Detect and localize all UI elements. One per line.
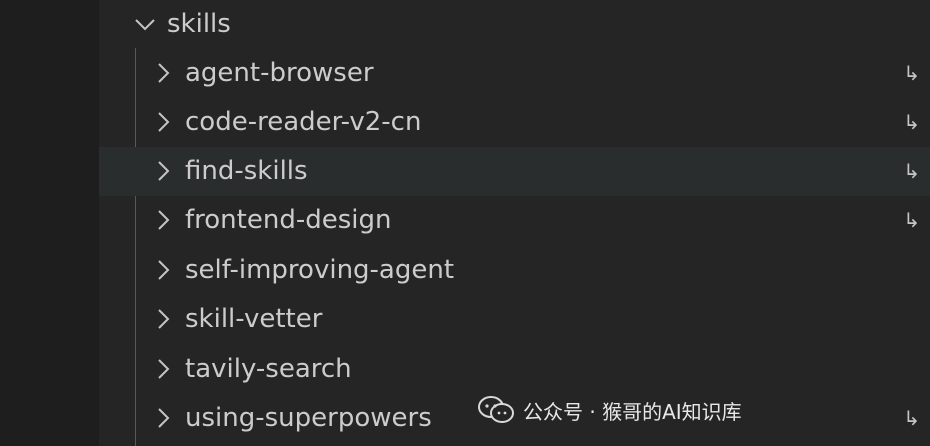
tree-item-label: find-skills — [185, 156, 308, 186]
chevron-right-icon[interactable] — [151, 208, 175, 232]
tree-item-frontend-design[interactable]: frontend-design ↳ — [99, 196, 930, 245]
chevron-right-icon[interactable] — [151, 357, 175, 381]
tree-item-agent-browser[interactable]: agent-browser ↳ — [99, 49, 930, 98]
tree-item-label: code-reader-v2-cn — [185, 107, 422, 137]
folder-row-skills[interactable]: skills — [99, 0, 930, 49]
symlink-icon: ↳ — [903, 110, 920, 134]
chevron-right-icon[interactable] — [151, 110, 175, 134]
symlink-icon: ↳ — [903, 61, 920, 85]
symlink-icon: ↳ — [903, 406, 920, 430]
tree-item-label: self-improving-agent — [185, 255, 455, 285]
tree-item-label: using-superpowers — [185, 403, 432, 433]
chevron-right-icon[interactable] — [151, 406, 175, 430]
tree-item-find-skills[interactable]: find-skills ↳ — [99, 147, 930, 196]
activity-strip — [0, 0, 99, 446]
explorer-panel: skills agent-browser ↳ code-reader-v2-cn… — [0, 0, 930, 446]
watermark: 公众号 · 猴哥的AI知识库 — [477, 388, 742, 432]
chevron-right-icon[interactable] — [151, 61, 175, 85]
tree-item-code-reader-v2-cn[interactable]: code-reader-v2-cn ↳ — [99, 98, 930, 147]
tree-item-tavily-search[interactable]: tavily-search — [99, 345, 930, 394]
tree-item-label: frontend-design — [185, 205, 392, 235]
symlink-icon: ↳ — [903, 159, 920, 183]
folder-label: skills — [167, 9, 231, 39]
watermark-text: 公众号 · 猴哥的AI知识库 — [523, 399, 742, 424]
tree-item-skill-vetter[interactable]: skill-vetter — [99, 295, 930, 344]
tree-item-label: tavily-search — [185, 354, 352, 384]
chevron-down-icon[interactable] — [133, 12, 157, 36]
chevron-right-icon[interactable] — [151, 159, 175, 183]
tree-item-label: skill-vetter — [185, 304, 323, 334]
chevron-right-icon[interactable] — [151, 258, 175, 282]
tree-item-self-improving-agent[interactable]: self-improving-agent — [99, 246, 930, 295]
symlink-icon: ↳ — [903, 208, 920, 232]
wechat-icon — [478, 396, 514, 423]
chevron-right-icon[interactable] — [151, 307, 175, 331]
tree-item-label: agent-browser — [185, 58, 374, 88]
file-tree: skills agent-browser ↳ code-reader-v2-cn… — [99, 0, 930, 446]
